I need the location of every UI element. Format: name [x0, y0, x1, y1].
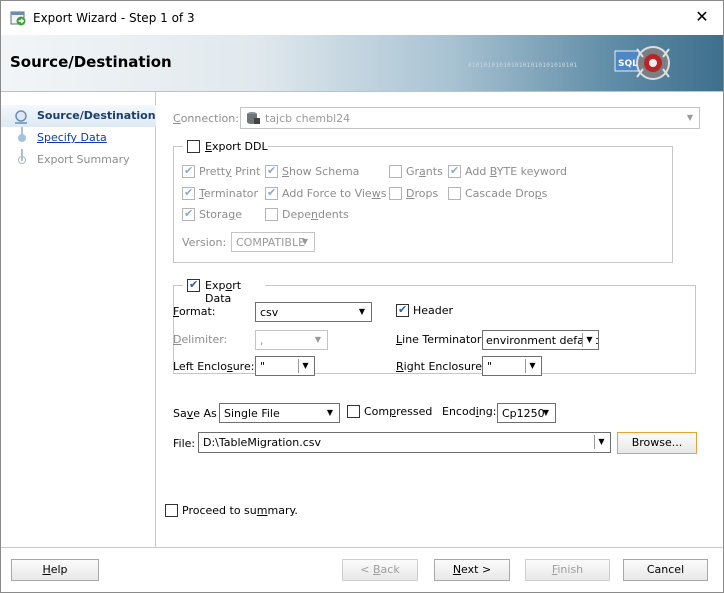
- nav-item-source-destination[interactable]: Source/Destination: [1, 105, 156, 127]
- add-byte-keyword-checkbox[interactable]: [448, 164, 461, 178]
- nav-label: Export Summary: [37, 153, 130, 166]
- export-ddl-checkbox[interactable]: [187, 140, 200, 153]
- grants-label: Grants: [406, 165, 443, 178]
- browse-button[interactable]: Browse...: [617, 432, 697, 454]
- storage-label: Storage: [199, 208, 243, 221]
- format-value: csv: [260, 306, 279, 319]
- storage-checkbox[interactable]: [182, 207, 195, 221]
- proceed-to-summary-label: Proceed to summary.: [182, 504, 298, 517]
- format-select[interactable]: csv ▼: [255, 302, 372, 322]
- database-connection-icon: [247, 112, 260, 124]
- save-as-value: Single File: [224, 407, 280, 420]
- cascade-drops-label: Cascade Drops: [465, 187, 548, 200]
- terminator-label: Terminator: [199, 187, 259, 200]
- nav-item-export-summary: Export Summary: [1, 149, 156, 171]
- back-button[interactable]: < Back: [342, 559, 418, 581]
- version-value: COMPATIBLE: [236, 236, 306, 249]
- chevron-down-icon: ▼: [594, 435, 608, 449]
- connection-value: tajcb chembl24: [265, 112, 351, 125]
- compressed-checkbox[interactable]: [347, 405, 360, 418]
- export-wizard-window: Export Wizard - Step 1 of 3 ✕ Source/Des…: [0, 0, 724, 593]
- chevron-down-icon: ▼: [582, 333, 596, 347]
- header-label: Header: [413, 304, 454, 317]
- right-enclosure-value: ": [487, 360, 493, 373]
- help-button[interactable]: Help: [11, 559, 99, 581]
- step-dot-icon: [18, 134, 26, 142]
- export-wizard-app-icon: [10, 11, 26, 26]
- chevron-down-icon: ▼: [542, 408, 550, 417]
- compressed-label: Compressed: [364, 405, 433, 418]
- chevron-down-icon: ▼: [314, 335, 322, 344]
- current-step-icon: [15, 110, 27, 124]
- drops-checkbox[interactable]: [389, 187, 402, 200]
- export-ddl-header: Export DDL: [183, 139, 268, 155]
- chevron-down-icon: ▼: [298, 359, 312, 373]
- dependents-checkbox[interactable]: [265, 208, 278, 221]
- add-force-to-views-label: Add Force to Views: [282, 187, 387, 200]
- file-path-input[interactable]: D:\TableMigration.csv ▼: [198, 432, 611, 453]
- title-bar: Export Wizard - Step 1 of 3 ✕: [1, 1, 723, 35]
- nav-item-specify-data[interactable]: Specify Data: [1, 127, 156, 149]
- dependents-label: Dependents: [282, 208, 349, 221]
- connection-label: Connection:: [173, 112, 239, 125]
- cancel-button[interactable]: Cancel: [623, 559, 708, 581]
- right-enclosure-select[interactable]: " ▼: [482, 356, 542, 376]
- cascade-drops-checkbox[interactable]: [448, 187, 461, 200]
- save-as-label: Save As: [173, 407, 217, 420]
- nav-label: Source/Destination: [37, 109, 156, 122]
- window-title: Export Wizard - Step 1 of 3: [33, 11, 195, 25]
- encoding-select[interactable]: Cp1250 ▼: [497, 403, 556, 423]
- add-force-to-views-checkbox[interactable]: [265, 186, 278, 200]
- right-enclosure-label: Right Enclosure:: [396, 360, 486, 373]
- version-select[interactable]: COMPATIBLE ▼: [231, 232, 315, 252]
- delimiter-select[interactable]: , ▼: [255, 330, 328, 350]
- export-data-checkbox[interactable]: [187, 278, 200, 292]
- version-label: Version:: [182, 236, 227, 249]
- connection-select[interactable]: tajcb chembl24 ▼: [240, 107, 700, 129]
- pretty-print-label: Pretty Print: [199, 165, 261, 178]
- format-label: Format:: [173, 305, 216, 318]
- wizard-steps-nav: Source/Destination Specify Data Export S…: [1, 92, 156, 547]
- chevron-down-icon: ▼: [525, 359, 539, 373]
- show-schema-label: Show Schema: [282, 165, 360, 178]
- pretty-print-checkbox[interactable]: [182, 164, 195, 178]
- delimiter-value: ,: [260, 334, 264, 347]
- export-ddl-label: Export DDL: [205, 140, 268, 153]
- page-title: Source/Destination: [10, 53, 172, 71]
- line-terminator-label: Line Terminator:: [396, 333, 485, 346]
- banner-binary-decoration: 0101010101010101010101010101: [468, 62, 578, 69]
- svg-text:SQL: SQL: [618, 59, 638, 69]
- next-button[interactable]: Next >: [434, 559, 510, 581]
- drops-label: Drops: [406, 187, 439, 200]
- sql-developer-logo-icon: SQL: [614, 46, 670, 80]
- nav-label: Specify Data: [37, 131, 107, 144]
- left-enclosure-label: Left Enclosure:: [173, 360, 255, 373]
- grants-checkbox[interactable]: [389, 165, 402, 178]
- main-panel: Connection: tajcb chembl24 ▼ Export DDL …: [157, 92, 723, 547]
- left-enclosure-select[interactable]: " ▼: [255, 356, 315, 376]
- add-byte-keyword-label: Add BYTE keyword: [465, 165, 567, 178]
- encoding-label: Encoding:: [442, 405, 497, 418]
- step-dot-icon: [18, 156, 26, 164]
- chevron-down-icon: ▼: [358, 307, 366, 316]
- wizard-banner: Source/Destination 010101010101010101010…: [1, 35, 723, 92]
- chevron-down-icon: ▼: [686, 113, 694, 122]
- wizard-footer: Help < Back Next > Finish Cancel: [1, 547, 723, 592]
- save-as-select[interactable]: Single File ▼: [219, 403, 340, 423]
- file-path-value: D:\TableMigration.csv: [203, 436, 321, 449]
- proceed-to-summary-checkbox[interactable]: [165, 504, 178, 517]
- chevron-down-icon: ▼: [301, 237, 309, 246]
- header-checkbox[interactable]: [396, 303, 409, 317]
- show-schema-checkbox[interactable]: [265, 164, 278, 178]
- file-label: File:: [173, 437, 196, 450]
- delimiter-label: Delimiter:: [173, 333, 228, 346]
- left-enclosure-value: ": [260, 360, 266, 373]
- terminator-checkbox[interactable]: [182, 186, 195, 200]
- chevron-down-icon: ▼: [326, 408, 334, 417]
- close-icon[interactable]: ✕: [693, 7, 711, 26]
- export-data-header: Export Data: [183, 278, 265, 305]
- finish-button[interactable]: Finish: [525, 559, 610, 581]
- line-terminator-select[interactable]: environment default ▼: [482, 330, 599, 350]
